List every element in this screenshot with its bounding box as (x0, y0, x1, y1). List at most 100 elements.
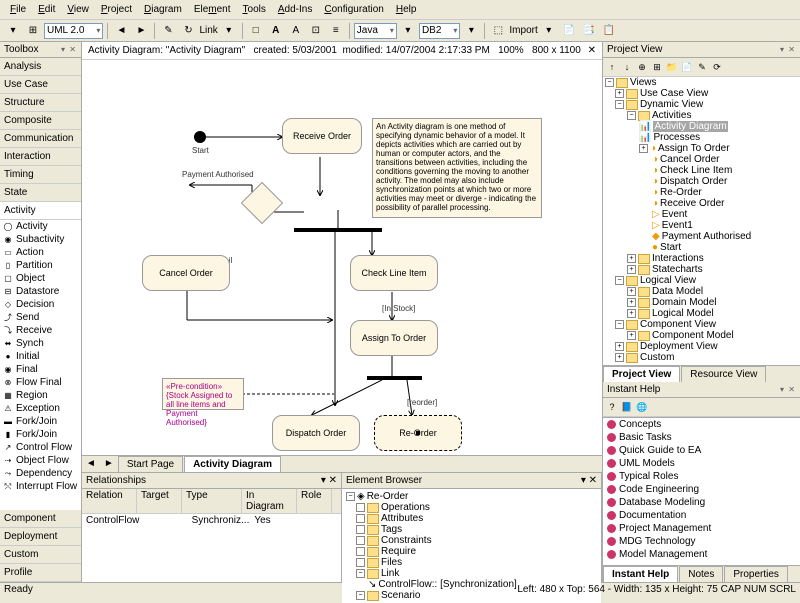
ih-btn[interactable]: 🌐 (635, 400, 649, 414)
tool-icon[interactable]: 📄 (560, 22, 578, 40)
tool-icon[interactable]: ≡ (327, 22, 345, 40)
toolbox-section[interactable]: Communication (0, 130, 81, 148)
toolbox-item[interactable]: ◇Decision (0, 298, 81, 311)
toolbox-item[interactable]: ⬌Synch (0, 337, 81, 350)
tab-notes[interactable]: Notes (679, 566, 723, 582)
tab-project-view[interactable]: Project View (603, 366, 680, 382)
tree-activity-child[interactable]: ▷ Event1 (603, 220, 800, 231)
pv-btn[interactable]: 📁 (665, 60, 679, 74)
bold-icon[interactable]: A (267, 22, 285, 40)
help-item[interactable]: Database Modeling (603, 496, 800, 509)
tree-activities[interactable]: Activities (652, 110, 691, 121)
dropdown-icon[interactable]: ▾ (540, 22, 558, 40)
toolbox-item[interactable]: ◉Subactivity (0, 233, 81, 246)
tool-icon[interactable]: 📋 (600, 22, 618, 40)
pv-btn[interactable]: 📄 (680, 60, 694, 74)
tree-activity-child[interactable]: ◑ Cancel Order (603, 154, 800, 165)
tab-instant-help[interactable]: Instant Help (603, 566, 678, 582)
menu-view[interactable]: View (61, 2, 95, 17)
eb-child[interactable]: Constraints (344, 535, 599, 546)
tool-icon[interactable]: ⬚ (489, 22, 507, 40)
tree-custom[interactable]: Custom (640, 352, 674, 363)
tab-start-page[interactable]: Start Page (118, 456, 183, 472)
tool-icon[interactable]: A (287, 22, 305, 40)
tree-activity-child[interactable]: ◑ Receive Order (603, 198, 800, 209)
col-type[interactable]: Type (182, 489, 242, 513)
tree-activity-child[interactable]: ● Start (603, 242, 800, 253)
tool-icon[interactable]: ⊡ (307, 22, 325, 40)
tool-icon[interactable]: ↻ (179, 22, 197, 40)
tree-logical[interactable]: Logical View (640, 275, 696, 286)
tab-resource-view[interactable]: Resource View (681, 366, 766, 382)
toolbox-item[interactable]: ◉Final (0, 363, 81, 376)
toolbox-section[interactable]: Component (0, 510, 81, 528)
pv-btn[interactable]: ⊞ (650, 60, 664, 74)
toolbox-item[interactable]: ⊗Flow Final (0, 376, 81, 389)
node-cancel-order[interactable]: Cancel Order (142, 255, 230, 291)
toolbox-section[interactable]: Composite (0, 112, 81, 130)
help-item[interactable]: Code Engineering (603, 483, 800, 496)
close-icon[interactable]: ✕ (588, 45, 596, 56)
decision-node[interactable] (241, 182, 283, 224)
toolbox-item[interactable]: ↗Control Flow (0, 441, 81, 454)
tree-item[interactable]: Logical Model (652, 308, 714, 319)
diagram-canvas[interactable]: Start Receive Order An Activity diagram … (82, 60, 602, 455)
toolbox-section[interactable]: Profile (0, 564, 81, 582)
tree-activity-child[interactable]: +◑ Assign To Order (603, 143, 800, 154)
panel-controls[interactable]: ▾ ✕ (321, 475, 337, 486)
tree-views[interactable]: Views (630, 77, 657, 88)
node-assign-to-order[interactable]: Assign To Order (350, 320, 438, 356)
dropdown-icon[interactable]: ▾ (399, 22, 417, 40)
help-item[interactable]: Model Management (603, 548, 800, 561)
relationships-row[interactable]: ControlFlow Synchroniz... Yes (82, 514, 341, 527)
toolbox-section[interactable]: Timing (0, 166, 81, 184)
menu-diagram[interactable]: Diagram (138, 2, 188, 17)
tree-dynamic[interactable]: Dynamic View (640, 99, 703, 110)
uml-version-combo[interactable]: UML 2.0 (44, 23, 103, 39)
tree-activity-child[interactable]: ◑ Re-Order (603, 187, 800, 198)
menu-configuration[interactable]: Configuration (318, 2, 390, 17)
toolbox-item[interactable]: ⤴Send (0, 311, 81, 324)
back-icon[interactable]: ◄ (112, 22, 130, 40)
menu-edit[interactable]: Edit (32, 2, 61, 17)
toolbox-item[interactable]: ⊟Datastore (0, 285, 81, 298)
help-item[interactable]: Concepts (603, 418, 800, 431)
help-item[interactable]: UML Models (603, 457, 800, 470)
tree-usecase[interactable]: Use Case View (640, 88, 708, 99)
toolbox-section[interactable]: State (0, 184, 81, 202)
menu-help[interactable]: Help (390, 2, 423, 17)
tree-activity-child[interactable]: ◑ Check Line Item (603, 165, 800, 176)
col-role[interactable]: Role (297, 489, 332, 513)
toolbox-section-activity[interactable]: Activity (0, 202, 81, 220)
pv-btn[interactable]: ⟳ (710, 60, 724, 74)
col-indiagram[interactable]: In Diagram (242, 489, 297, 513)
tree-item[interactable]: Component Model (652, 330, 734, 341)
menu-tools[interactable]: Tools (237, 2, 272, 17)
toolbox-section[interactable]: Structure (0, 94, 81, 112)
toolbox-item[interactable]: ▢Object (0, 272, 81, 285)
diagram-note[interactable]: An Activity diagram is one method of spe… (372, 118, 542, 218)
eb-child[interactable]: Operations (344, 502, 599, 513)
tree-item[interactable]: Data Model (652, 286, 703, 297)
pv-btn[interactable]: ↓ (620, 60, 634, 74)
toolbox-item[interactable]: ⤲Interrupt Flow (0, 480, 81, 493)
eb-child[interactable]: Files (344, 557, 599, 568)
precondition-note[interactable]: «Pre-condition» {Stock Assigned to all l… (162, 378, 244, 410)
pv-btn[interactable]: ↑ (605, 60, 619, 74)
tab-activity-diagram[interactable]: Activity Diagram (184, 456, 281, 472)
toolbox-item[interactable]: ⤵Receive (0, 324, 81, 337)
tree-interactions[interactable]: Interactions (652, 253, 704, 264)
panel-controls[interactable]: ▾ ✕ (581, 475, 597, 486)
help-item[interactable]: Documentation (603, 509, 800, 522)
eb-child[interactable]: Require (344, 546, 599, 557)
tab-properties[interactable]: Properties (724, 566, 788, 582)
node-receive-order[interactable]: Receive Order (282, 118, 362, 154)
toolbox-section[interactable]: Analysis (0, 58, 81, 76)
col-relation[interactable]: Relation (82, 489, 137, 513)
toolbox-section[interactable]: Deployment (0, 528, 81, 546)
dropdown-icon[interactable]: ▾ (220, 22, 238, 40)
panel-controls[interactable]: ▾ ✕ (780, 45, 796, 54)
node-check-line-item[interactable]: Check Line Item (350, 255, 438, 291)
help-item[interactable]: Typical Roles (603, 470, 800, 483)
tree-activity-diagram[interactable]: Activity Diagram (653, 121, 727, 132)
